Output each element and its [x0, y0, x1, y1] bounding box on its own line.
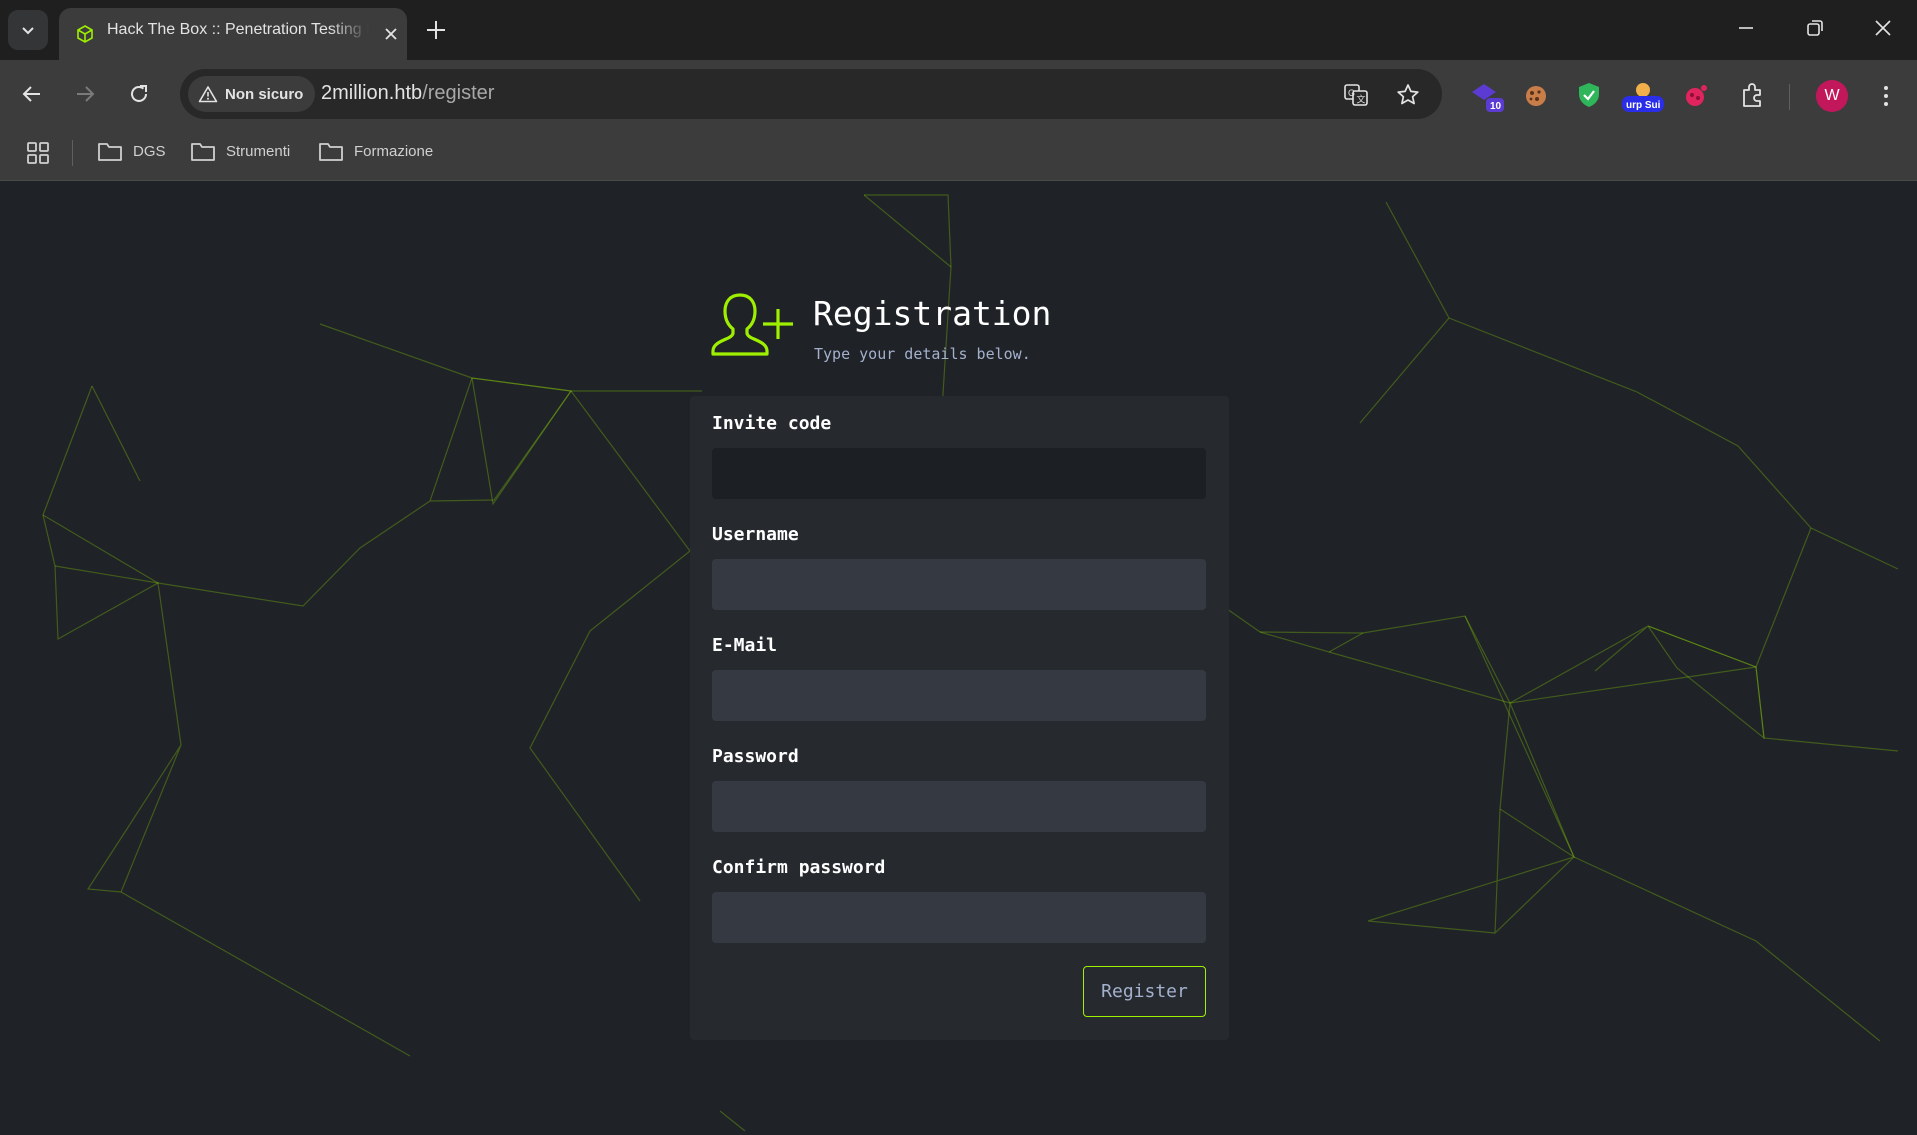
invite-code-input[interactable]: [712, 448, 1206, 499]
folder-icon: [191, 143, 215, 161]
register-button[interactable]: Register: [1083, 966, 1206, 1017]
bookmark-label: Strumenti: [226, 142, 291, 160]
extensions-puzzle-icon[interactable]: [1739, 81, 1767, 109]
profile-avatar[interactable]: W: [1816, 80, 1848, 112]
registration-form: Invite code Username E-Mail Password Con…: [690, 396, 1229, 1040]
cookie-icon[interactable]: [1523, 83, 1549, 109]
tab-search-button[interactable]: [8, 10, 48, 50]
bookmark-folder-strumenti[interactable]: Strumenti: [190, 140, 290, 162]
menu-kebab-icon[interactable]: [1874, 84, 1898, 108]
bookmark-folder-dgs[interactable]: DGS: [97, 140, 166, 162]
new-tab-icon[interactable]: [423, 17, 449, 43]
burp-suite-icon[interactable]: urp Sui: [1621, 80, 1665, 116]
bookmark-label: Formazione: [354, 142, 434, 160]
raspberry-icon[interactable]: [1683, 83, 1709, 109]
confirm-password-label: Confirm password: [712, 857, 886, 878]
invite-code-label: Invite code: [712, 413, 832, 434]
tab-title: Hack The Box :: Penetration Testing Labs: [107, 21, 369, 38]
reload-icon[interactable]: [127, 82, 151, 106]
translate-icon[interactable]: G 文: [1343, 82, 1369, 108]
bookmark-star-icon[interactable]: [1395, 82, 1421, 108]
bookmark-folder-formazione[interactable]: Formazione: [318, 140, 433, 162]
not-secure-label: Non sicuro: [225, 85, 304, 103]
email-label: E-Mail: [712, 635, 778, 656]
tab-strip: Hack The Box :: Penetration Testing Labs: [0, 0, 1917, 60]
add-user-icon: [711, 293, 793, 356]
bookmark-label: DGS: [133, 142, 166, 160]
email-input[interactable]: [712, 670, 1206, 721]
page-title: Registration: [813, 294, 1052, 333]
folder-icon: [98, 143, 122, 161]
address-bar[interactable]: Non sicuro 2million.htb/register G 文: [180, 69, 1442, 119]
url-host: 2million.htb: [321, 82, 423, 104]
close-window-icon[interactable]: [1872, 17, 1894, 39]
forward-icon[interactable]: [73, 82, 97, 106]
svg-text:文: 文: [1357, 94, 1366, 105]
chevron-down-icon: [22, 27, 34, 35]
minimize-icon[interactable]: [1735, 17, 1757, 39]
password-label: Password: [712, 746, 799, 767]
username-input[interactable]: [712, 559, 1206, 610]
htb-cube-icon: [77, 25, 93, 43]
url-path: /register: [422, 82, 495, 104]
close-tab-icon[interactable]: [383, 26, 399, 42]
url-text[interactable]: 2million.htb/register: [321, 82, 494, 105]
warning-icon: [198, 86, 218, 103]
page-subtitle: Type your details below.: [814, 345, 1031, 363]
bookmarks-divider: [72, 140, 73, 166]
password-input[interactable]: [712, 781, 1206, 832]
active-tab[interactable]: Hack The Box :: Penetration Testing Labs: [59, 8, 407, 60]
back-icon[interactable]: [20, 82, 44, 106]
page-viewport: Registration Type your details below. In…: [0, 181, 1917, 1135]
shield-check-icon[interactable]: [1576, 81, 1602, 109]
apps-grid-icon[interactable]: [26, 141, 50, 165]
toolbar-divider: [1789, 84, 1790, 110]
confirm-password-input[interactable]: [712, 892, 1206, 943]
restore-icon[interactable]: [1804, 17, 1826, 39]
security-chip[interactable]: Non sicuro: [188, 76, 316, 112]
username-label: Username: [712, 524, 799, 545]
extension-badge-label: urp Sui: [1626, 100, 1661, 111]
folder-icon: [319, 143, 343, 161]
bookmarks-bar: DGS Strumenti Formazione: [0, 128, 1917, 181]
svg-text:G: G: [1348, 88, 1355, 98]
extension-hat-icon[interactable]: 10: [1468, 80, 1506, 116]
extension-badge-count: 10: [1490, 101, 1502, 112]
